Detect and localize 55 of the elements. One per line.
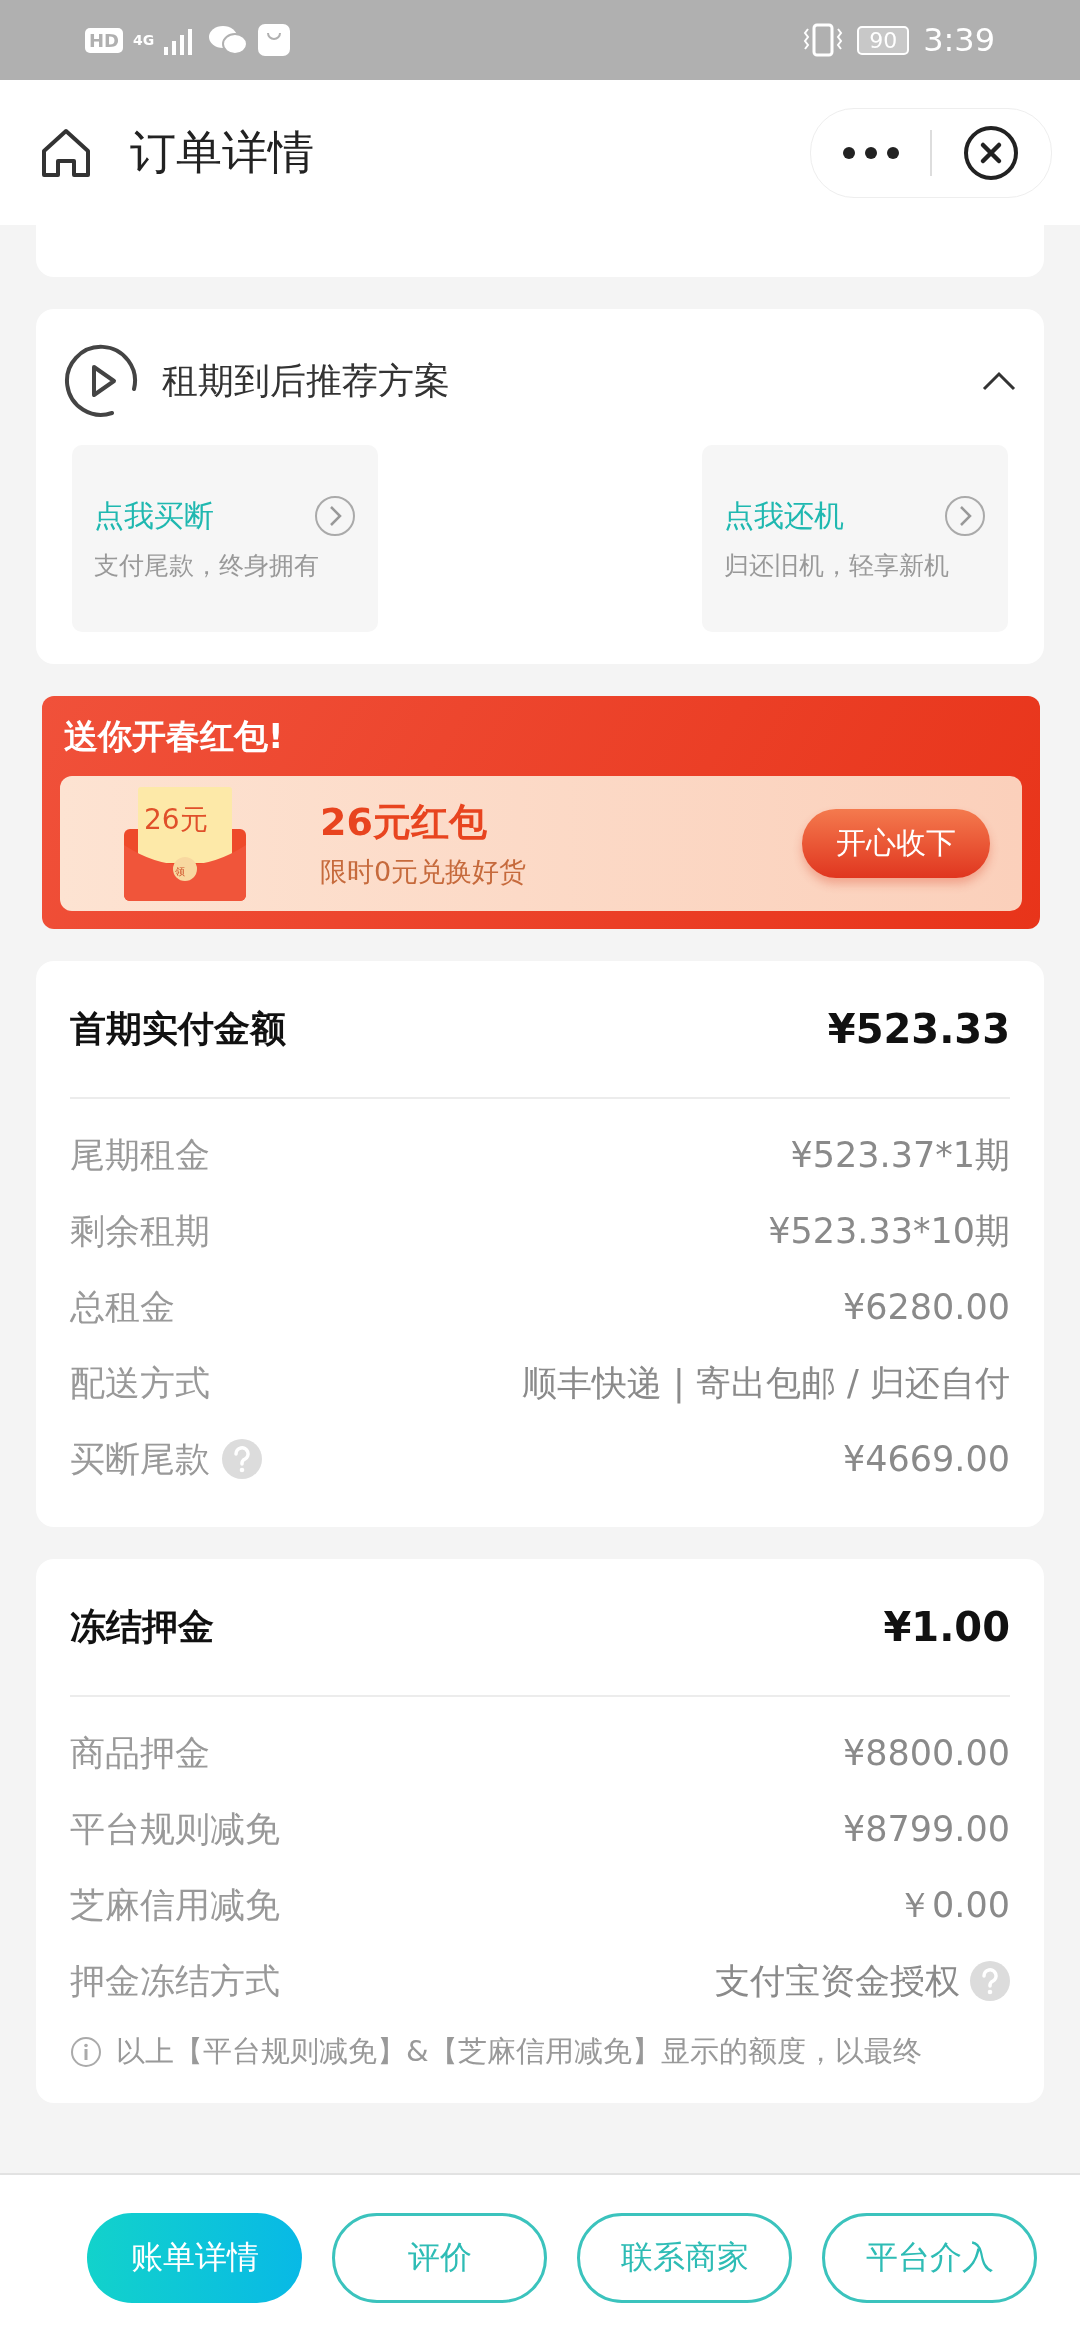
app-store-icon	[258, 24, 291, 56]
action-button[interactable]: 联系商家	[577, 2212, 792, 2303]
total-amount: ¥523.33	[827, 1006, 1010, 1052]
chat-icon	[208, 24, 249, 56]
row-label: 商品押金	[70, 1731, 210, 1775]
promo-subline: 限时0元兑换好货	[320, 855, 527, 889]
row-label: 买断尾款	[70, 1437, 210, 1481]
close-icon[interactable]	[963, 124, 1020, 181]
row-value: ¥523.37*1期	[790, 1133, 1010, 1177]
chevron-right-icon	[314, 495, 356, 537]
row-value: 顺丰快递 | 寄出包邮 / 归还自付	[521, 1361, 1010, 1406]
seal-label: 领	[175, 864, 185, 879]
row-value: 支付宝资金授权	[715, 1959, 960, 2003]
action-button[interactable]: 评价	[332, 2212, 547, 2303]
section-title: 冻结押金	[70, 1604, 214, 1649]
row-value: ￥0.00	[897, 1883, 1010, 1927]
option-subtitle: 归还旧机，轻享新机	[724, 550, 950, 582]
row-value: ¥8799.00	[843, 1809, 1010, 1849]
row-value: ¥523.33*10期	[768, 1209, 1010, 1253]
page-title: 订单详情	[130, 123, 314, 181]
accept-button[interactable]: 开心收下	[802, 809, 990, 878]
row-label: 总租金	[70, 1285, 175, 1329]
plan-option[interactable]: 点我还机 归还旧机，轻享新机	[702, 445, 1008, 632]
envelope-amount: 26元	[144, 801, 208, 838]
row-label: 尾期租金	[70, 1133, 210, 1177]
chevron-right-icon	[944, 495, 986, 537]
network-type: 4G	[133, 32, 155, 48]
total-amount: ¥1.00	[883, 1604, 1010, 1650]
action-button[interactable]: 账单详情	[87, 2212, 302, 2303]
row-label: 平台规则减免	[70, 1807, 280, 1851]
row-value: ¥6280.00	[843, 1287, 1010, 1327]
more-icon[interactable]	[841, 145, 900, 160]
row-value: ¥8800.00	[843, 1733, 1010, 1773]
play-icon	[64, 343, 140, 419]
promo-headline: 26元红包	[320, 799, 488, 846]
clock: 3:39	[923, 21, 995, 59]
plan-option[interactable]: 点我买断 支付尾款，终身拥有	[72, 445, 378, 632]
section-title: 租期到后推荐方案	[162, 358, 450, 403]
promo-title: 送你开春红包!	[63, 715, 285, 758]
row-label: 押金冻结方式	[70, 1959, 280, 2003]
section-title: 首期实付金额	[70, 1006, 286, 1051]
info-icon	[70, 2036, 102, 2068]
option-title: 点我还机	[724, 496, 844, 535]
option-title: 点我买断	[94, 496, 214, 535]
vibrate-icon	[803, 23, 844, 57]
row-label: 配送方式	[70, 1361, 210, 1405]
action-button[interactable]: 平台介入	[822, 2212, 1037, 2303]
hd-icon: HD	[85, 27, 123, 53]
option-subtitle: 支付尾款，终身拥有	[94, 550, 320, 582]
row-label: 芝麻信用减免	[70, 1883, 280, 1927]
row-label: 剩余租期	[70, 1209, 210, 1253]
row-value: ¥4669.00	[843, 1439, 1010, 1479]
chevron-icon[interactable]	[982, 371, 1016, 391]
note-text: 以上【平台规则减免】&【芝麻信用减免】显示的额度，以最终	[116, 2033, 922, 2070]
home-icon[interactable]	[40, 126, 92, 179]
